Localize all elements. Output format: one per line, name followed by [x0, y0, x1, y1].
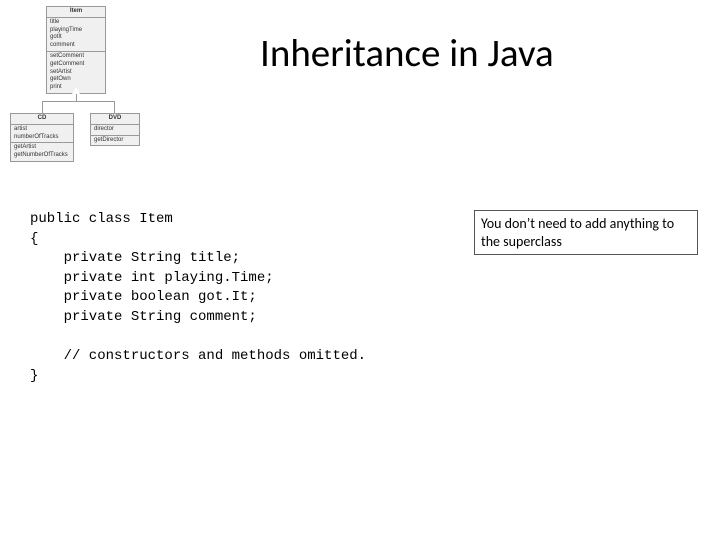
code-line: private String title;	[30, 250, 240, 266]
uml-op: setComment	[50, 53, 102, 61]
code-line: public class Item	[30, 211, 173, 227]
uml-class-dvd: DVD director getDirector	[90, 113, 140, 146]
uml-attr: comment	[50, 42, 102, 50]
uml-attr: artist	[14, 126, 70, 134]
uml-attr: playingTime	[50, 27, 102, 35]
uml-class-title: CD	[11, 114, 73, 125]
code-line: }	[30, 368, 38, 384]
code-block: public class Item { private String title…	[30, 210, 366, 386]
uml-attr: gotIt	[50, 34, 102, 42]
uml-op: getOwn	[50, 76, 102, 84]
uml-class-cd: CD artist numberOfTracks getArtist getNu…	[10, 113, 74, 162]
uml-class-item: Item title playingTime gotIt comment set…	[46, 6, 106, 94]
code-line: // constructors and methods omitted.	[30, 348, 366, 364]
connector-line	[114, 101, 115, 113]
code-line: private int playing.Time;	[30, 270, 274, 286]
uml-op: getComment	[50, 61, 102, 69]
slide-title: Inheritance in Java	[260, 30, 554, 77]
uml-op: getNumberOfTracks	[14, 152, 70, 160]
connector-line	[42, 101, 43, 113]
connector-line	[42, 101, 114, 102]
uml-attr: numberOfTracks	[14, 134, 70, 142]
connector-line	[76, 94, 77, 101]
uml-op: setArtist	[50, 69, 102, 77]
inheritance-arrow-icon	[72, 87, 80, 94]
code-line: {	[30, 231, 38, 247]
uml-op: getArtist	[14, 144, 70, 152]
uml-attr: title	[50, 19, 102, 27]
uml-class-title: Item	[47, 7, 105, 18]
uml-op: getDirector	[94, 137, 136, 145]
code-line: private boolean got.It;	[30, 289, 257, 305]
uml-attr: director	[94, 126, 136, 134]
code-line: private String comment;	[30, 309, 257, 325]
uml-class-title: DVD	[91, 114, 139, 125]
note-box: You don’t need to add anything to the su…	[474, 210, 698, 255]
